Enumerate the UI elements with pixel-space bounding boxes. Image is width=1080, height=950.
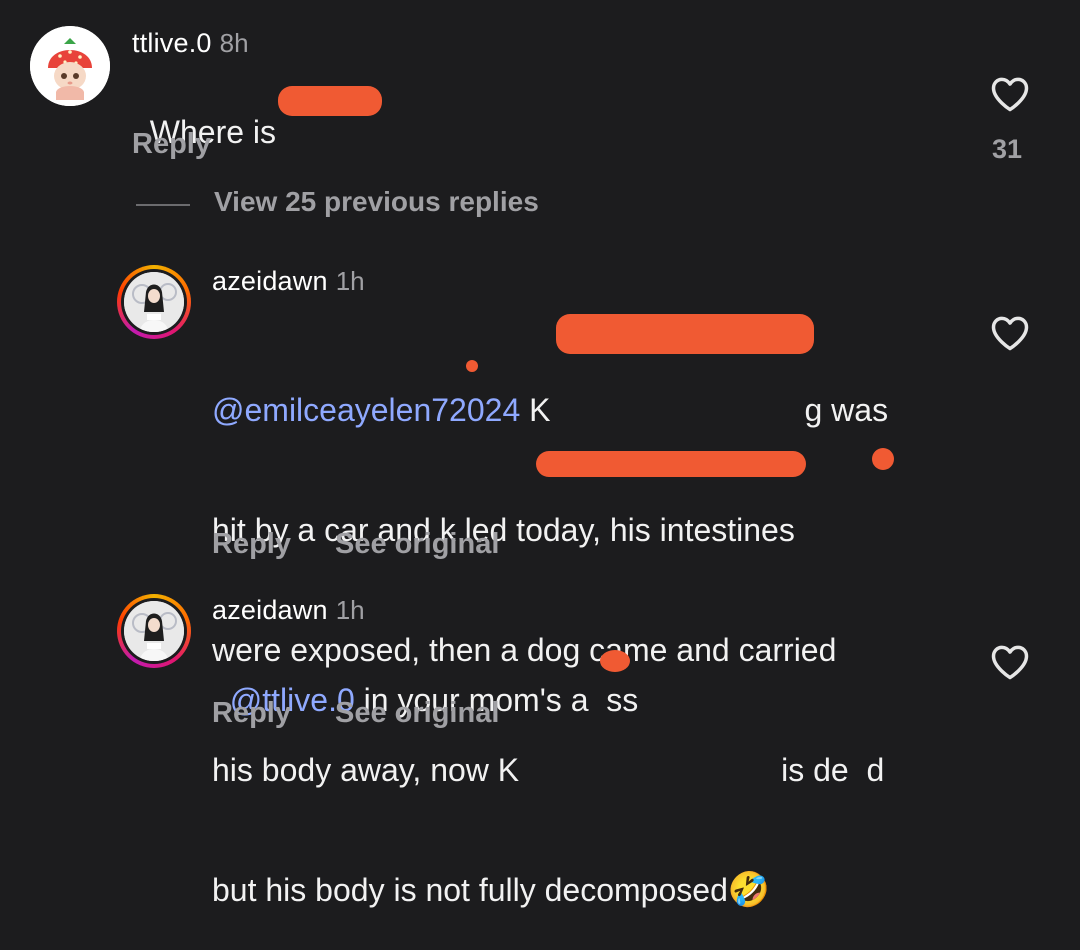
heart-outline-icon: [991, 316, 1029, 351]
like-button[interactable]: [988, 311, 1032, 360]
avatar[interactable]: [117, 265, 191, 339]
comment-text-segment: K: [520, 392, 551, 428]
like-button[interactable]: [988, 640, 1032, 689]
comment-text-segment: is de d: [781, 752, 885, 788]
avatar[interactable]: [30, 26, 110, 106]
thread-divider: [136, 204, 190, 206]
comment-header: ttlive.0 8h: [132, 28, 249, 59]
redaction-mark: [466, 360, 478, 372]
profile-photo-avatar-with-story-ring: [124, 272, 184, 332]
like-count: 31: [992, 134, 1023, 164]
username[interactable]: azeidawn: [212, 595, 328, 625]
comment-header: azeidawn 1h: [212, 266, 365, 297]
view-previous-replies-button[interactable]: View 25 previous replies: [214, 186, 539, 218]
see-original-button[interactable]: See original: [335, 697, 499, 730]
mention-link[interactable]: @emilceayelen72024: [212, 392, 520, 428]
comment-text-segment: his body away, now K: [212, 752, 520, 788]
redaction-mark: [556, 314, 814, 354]
redaction-mark: [600, 650, 630, 672]
comment-line: @emilceayelen72024 Kg was: [212, 390, 972, 430]
comment-text: @emilceayelen72024 Kg was hit by a car a…: [212, 310, 972, 950]
rolling-laughing-emoji: 🤣: [727, 871, 771, 909]
reply-button[interactable]: Reply: [212, 697, 291, 730]
redaction-mark: [872, 448, 894, 470]
see-original-button[interactable]: See original: [335, 528, 499, 561]
comment-line: his body away, now K is de d: [212, 750, 972, 790]
username[interactable]: azeidawn: [212, 266, 328, 296]
redaction-mark: [536, 451, 806, 477]
timestamp: 1h: [335, 266, 365, 296]
comment-line: hit by a car and k led today, his intest…: [212, 512, 795, 548]
comment-header: azeidawn 1h: [212, 595, 365, 626]
profile-photo-avatar-with-story-ring: [124, 601, 184, 661]
avatar[interactable]: [117, 594, 191, 668]
username[interactable]: ttlive.0: [132, 28, 212, 58]
redaction-mark: [278, 86, 382, 116]
strawberry-hat-figurine-avatar: [30, 26, 110, 106]
timestamp: 1h: [335, 595, 365, 625]
comment-line: but his body is not fully decomposed🤣: [212, 870, 972, 910]
like-button[interactable]: [988, 72, 1032, 121]
reply-button[interactable]: Reply: [132, 128, 211, 161]
heart-outline-icon: [991, 645, 1029, 680]
reply-button[interactable]: Reply: [212, 528, 291, 561]
comment-text-segment: but his body is not fully decomposed: [212, 872, 728, 908]
timestamp: 8h: [219, 28, 249, 58]
heart-outline-icon: [991, 77, 1029, 112]
comment-text-segment: g was: [804, 392, 889, 428]
